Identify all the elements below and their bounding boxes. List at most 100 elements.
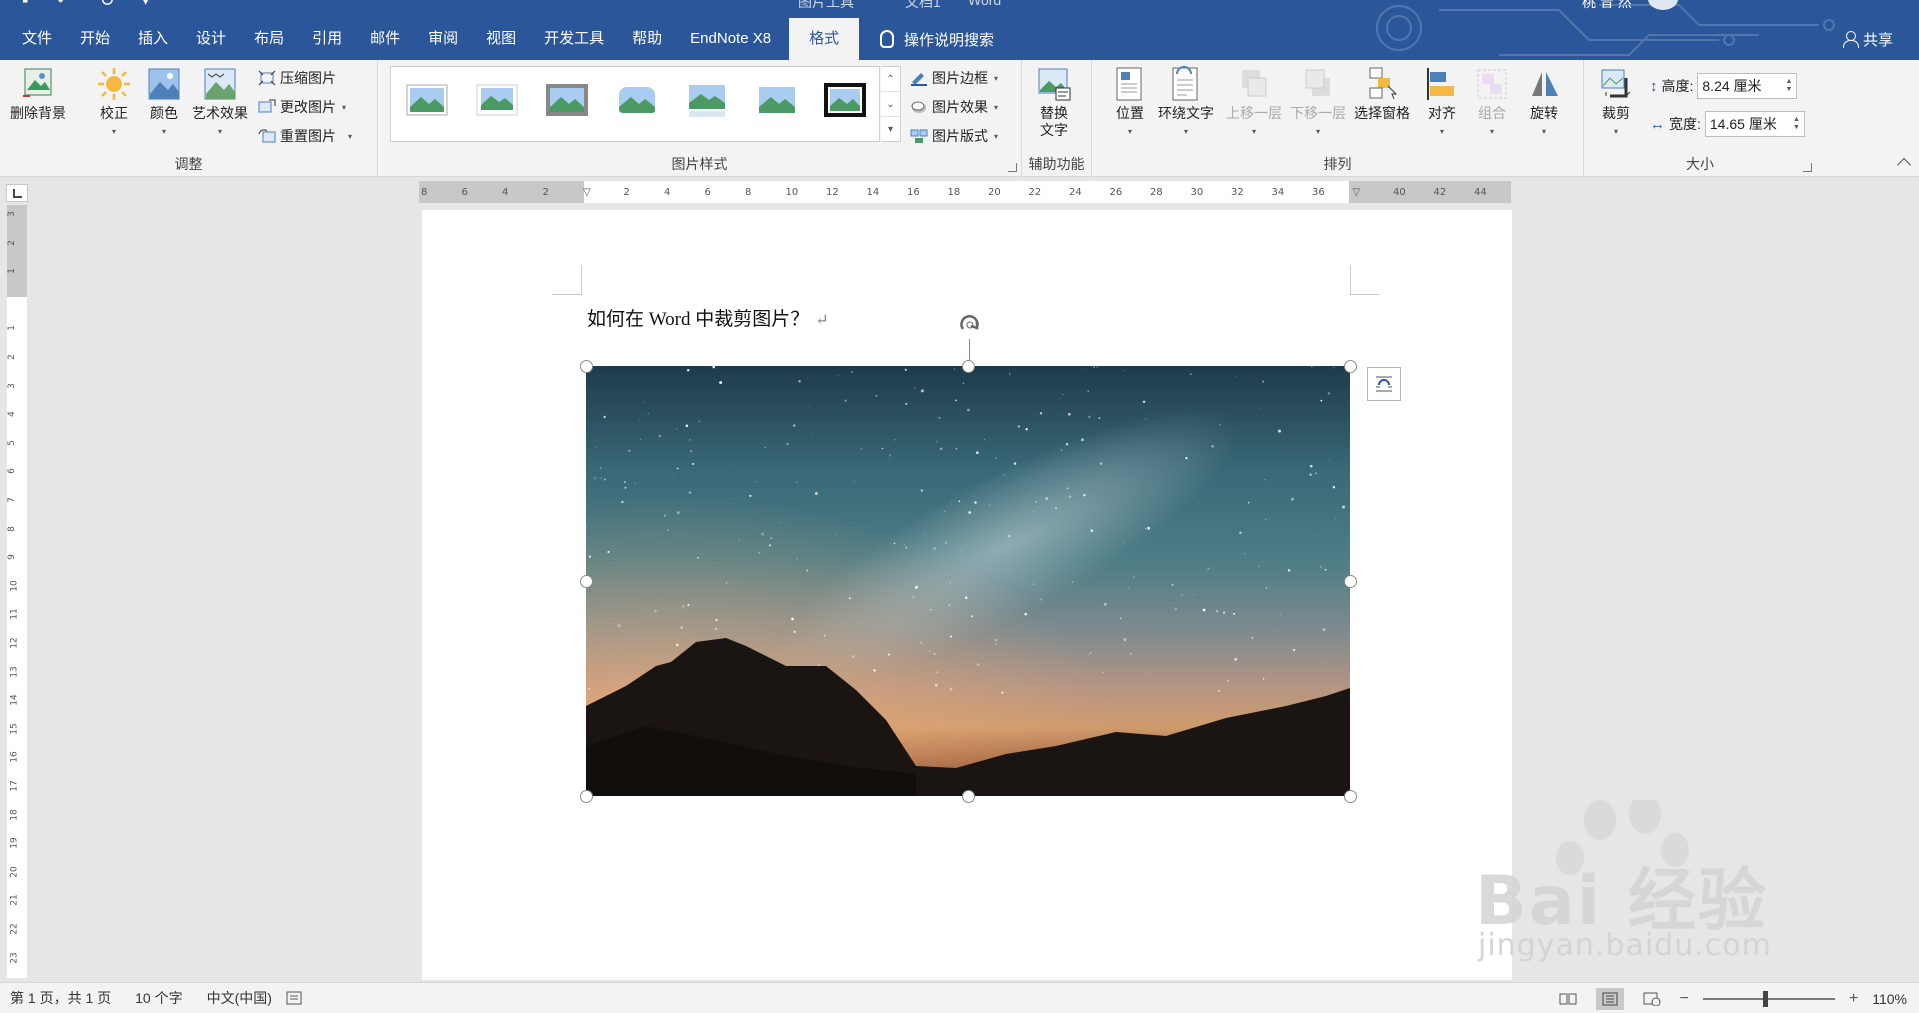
corrections-button[interactable]: 校正 ▾ <box>96 66 132 140</box>
read-mode-icon[interactable] <box>1554 988 1582 1010</box>
remove-background-button[interactable]: 删除背景 <box>10 66 66 122</box>
picture-style-thumb[interactable] <box>755 81 799 119</box>
macro-record-icon[interactable] <box>286 991 302 1005</box>
language[interactable]: 中文(中国) <box>207 988 272 1008</box>
zoom-slider[interactable] <box>1702 990 1835 1007</box>
change-picture-button[interactable]: 更改图片 ▾ <box>258 97 346 117</box>
collapse-ribbon-icon[interactable] <box>1896 157 1912 173</box>
picture-style-thumb[interactable] <box>685 81 729 119</box>
tab-references[interactable]: 引用 <box>298 18 356 60</box>
zoom-level[interactable]: 110% <box>1872 991 1907 1007</box>
picture-layout-button[interactable]: 图片版式 ▾ <box>910 126 998 146</box>
tab-view[interactable]: 视图 <box>472 18 530 60</box>
align-button[interactable]: 对齐 ▾ <box>1424 66 1460 140</box>
picture-style-thumb[interactable] <box>615 81 659 119</box>
share-button[interactable]: 共享 <box>1842 18 1893 60</box>
tab-mailings[interactable]: 邮件 <box>356 18 414 60</box>
word-count[interactable]: 10 个字 <box>135 988 182 1008</box>
ruler-margin-area <box>7 205 27 297</box>
zoom-slider-thumb[interactable] <box>1762 990 1768 1007</box>
gallery-more-icon[interactable]: ▾ <box>881 117 900 142</box>
page-count[interactable]: 第 1 页，共 1 页 <box>10 988 111 1008</box>
width-input[interactable]: 14.65 厘米 ▲ ▼ <box>1704 111 1805 137</box>
redo-icon[interactable]: ↻ <box>99 0 114 11</box>
compress-pictures-button[interactable]: 压缩图片 <box>258 68 336 88</box>
dialog-launcher-icon[interactable] <box>1008 163 1017 172</box>
tab-format[interactable]: 格式 <box>789 18 860 60</box>
selected-picture[interactable] <box>586 366 1350 796</box>
tab-insert[interactable]: 插入 <box>124 18 182 60</box>
document-paragraph[interactable]: 如何在 Word 中裁剪图片？ ↵ <box>587 304 829 331</box>
picture-style-thumb[interactable] <box>545 81 589 119</box>
wrap-text-button[interactable]: 环绕文字 ▾ <box>1158 66 1214 140</box>
resize-handle-bottom-right[interactable] <box>1344 790 1357 803</box>
gallery-up-icon[interactable]: ⌃ <box>881 67 900 92</box>
width-spinner[interactable]: ▲ ▼ <box>1793 116 1800 132</box>
star <box>1219 424 1222 426</box>
star <box>1247 501 1250 504</box>
web-layout-icon[interactable] <box>1638 988 1666 1010</box>
height-input[interactable]: 8.24 厘米 ▲ ▼ <box>1697 73 1798 99</box>
picture-border-button[interactable]: 图片边框 ▾ <box>910 68 998 88</box>
ruler-tick: 20 <box>988 187 1001 198</box>
picture-style-thumb-selected[interactable] <box>823 81 867 119</box>
tab-endnote[interactable]: EndNote X8 <box>676 18 785 60</box>
picture-effects-button[interactable]: 图片效果 ▾ <box>910 97 998 117</box>
tab-design[interactable]: 设计 <box>182 18 240 60</box>
star <box>704 562 706 564</box>
color-button[interactable]: 颜色 ▾ <box>146 66 182 140</box>
user-name[interactable]: 桃 昔 然 <box>1582 0 1632 12</box>
dialog-launcher-icon[interactable] <box>1803 163 1812 172</box>
star <box>644 656 646 658</box>
artistic-effects-button[interactable]: 艺术效果 ▾ <box>192 66 248 140</box>
star <box>995 457 997 459</box>
tab-layout[interactable]: 布局 <box>240 18 298 60</box>
resize-handle-bottom[interactable] <box>962 790 975 803</box>
star <box>974 501 977 504</box>
horizontal-ruler[interactable]: 8 6 4 2 ▽ 2 4 6 8 10 12 14 16 18 20 22 24 26 28 30 32 34 36 ▽ 40… <box>419 181 1511 203</box>
resize-handle-top-right[interactable] <box>1344 360 1357 373</box>
selection-pane-button[interactable]: 选择窗格 <box>1354 66 1410 122</box>
resize-handle-right[interactable] <box>1344 575 1357 588</box>
undo-icon[interactable]: ↶ <box>56 0 71 11</box>
document-page[interactable]: 如何在 Word 中裁剪图片？ ↵ <box>422 210 1512 980</box>
ruler-tick: 23 <box>9 951 20 964</box>
resize-handle-left[interactable] <box>580 575 593 588</box>
group-objects-button[interactable]: 组合 ▾ <box>1474 66 1510 140</box>
picture-style-thumb[interactable] <box>405 81 449 119</box>
tab-help[interactable]: 帮助 <box>618 18 676 60</box>
star <box>934 683 938 687</box>
tab-review[interactable]: 审阅 <box>414 18 472 60</box>
customize-qat-icon[interactable]: ▾ <box>143 0 149 11</box>
star <box>995 643 997 645</box>
save-icon[interactable]: ▪ <box>22 0 28 11</box>
picture-style-thumb[interactable] <box>475 81 519 119</box>
tab-file[interactable]: 文件 <box>0 18 66 60</box>
ruler-tick: 2 <box>542 187 549 198</box>
zoom-out-button[interactable]: − <box>1680 990 1689 1008</box>
star <box>1024 612 1028 616</box>
rotate-button[interactable]: 旋转 ▾ <box>1526 66 1562 140</box>
send-backward-button[interactable]: 下移一层 ▾ <box>1290 66 1346 140</box>
reset-picture-button[interactable]: 重置图片 ▾ <box>258 126 352 146</box>
height-spinner[interactable]: ▲ ▼ <box>1785 78 1792 94</box>
resize-handle-top-left[interactable] <box>580 360 593 373</box>
print-layout-icon[interactable] <box>1595 987 1624 1010</box>
crop-button[interactable]: 裁剪 ▾ <box>1598 66 1634 140</box>
tab-developer[interactable]: 开发工具 <box>530 18 618 60</box>
gallery-down-icon[interactable]: ⌄ <box>881 92 900 117</box>
bring-forward-button[interactable]: 上移一层 ▾ <box>1226 66 1282 140</box>
night-sky-image <box>586 366 1350 796</box>
resize-handle-bottom-left[interactable] <box>580 790 593 803</box>
position-button[interactable]: 位置 ▾ <box>1112 66 1148 140</box>
alt-text-button[interactable]: 替换 文字 <box>1036 66 1072 139</box>
width-icon: ↔ <box>1650 115 1665 133</box>
resize-handle-top[interactable] <box>962 360 975 373</box>
tell-me-search[interactable]: 操作说明搜索 <box>880 18 994 60</box>
tab-selector[interactable] <box>6 184 28 202</box>
layout-options-button[interactable] <box>1367 367 1401 401</box>
rotate-handle-icon[interactable] <box>955 311 985 341</box>
zoom-in-button[interactable]: + <box>1849 990 1858 1008</box>
vertical-ruler[interactable]: 3 2 1 1 2 3 4 5 6 7 8 9 10 11 12 13 14 15 16 17 18 19 20 21 22 23 <box>7 205 27 978</box>
tab-home[interactable]: 开始 <box>66 18 124 60</box>
